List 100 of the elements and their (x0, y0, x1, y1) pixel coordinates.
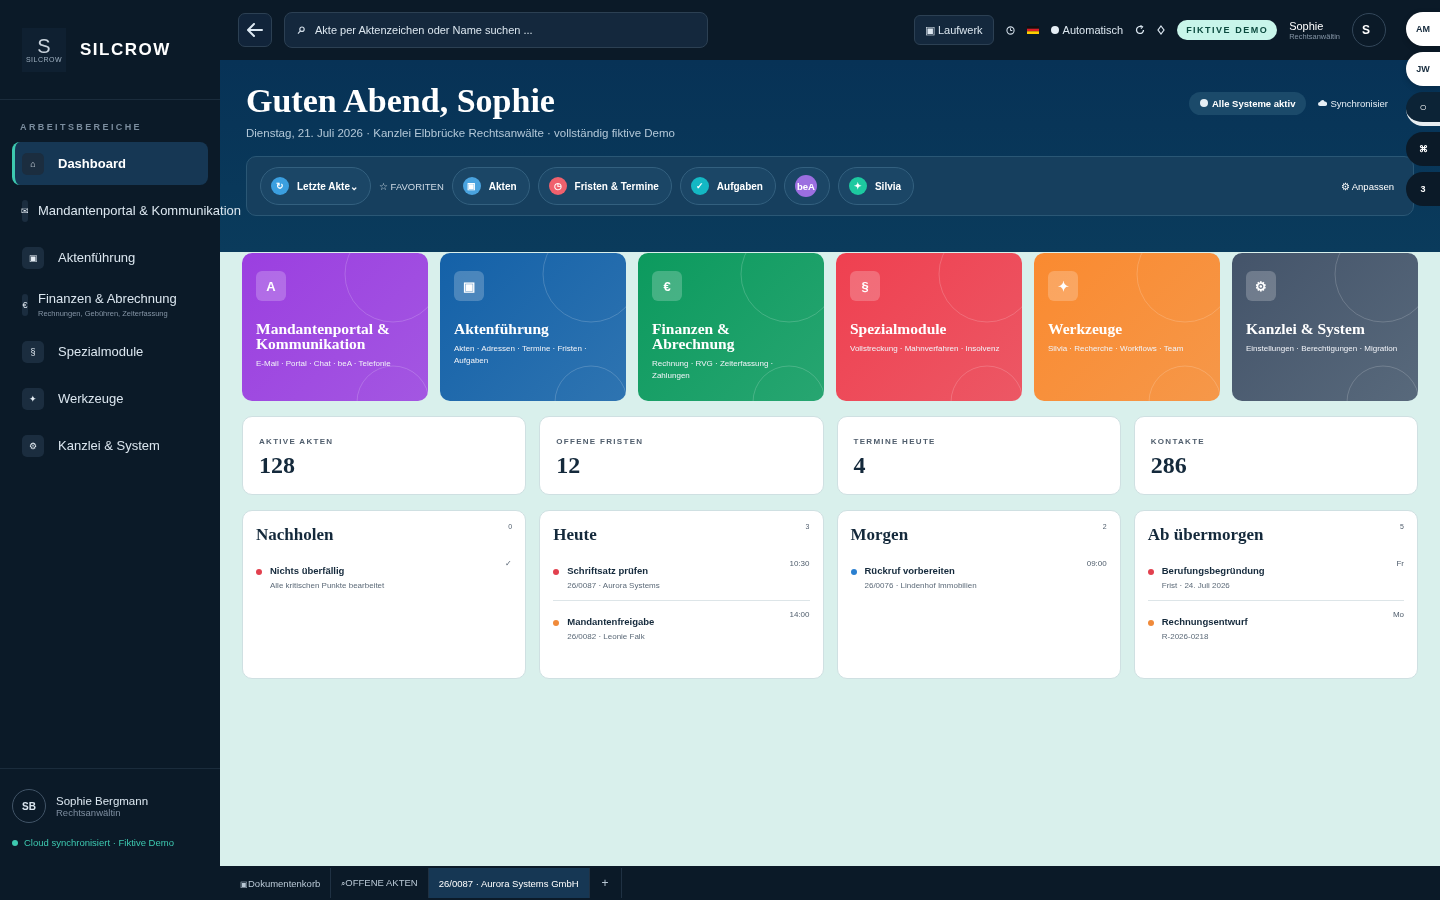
agenda-title: Heute (553, 525, 597, 545)
quick-pill[interactable]: ⌘ (1406, 132, 1440, 166)
item-meta: Frist · 24. Juli 2026 (1161, 581, 1231, 590)
sync-status: Cloud synchronisiert · Fiktive Demo (24, 837, 174, 848)
stat-value: 128 (259, 452, 296, 479)
module-icon: ▣ (454, 271, 484, 301)
user-role: Rechtsanwältin (56, 806, 121, 818)
nav-label: Spezialmodule (58, 344, 144, 359)
module-icon: € (652, 271, 682, 301)
agenda-title: Morgen (850, 525, 909, 545)
back-button[interactable] (238, 13, 272, 47)
quick-chip[interactable]: ◷ Fristen & Termine (537, 167, 672, 205)
module-subtitle: E-Mail · Portal · Chat · beA · Telefonie (256, 358, 392, 370)
module-card[interactable]: A Mandantenportal & Kommunikation E-Mail · Portal · Chat · beA · Telefonie (242, 253, 428, 401)
bottom-tab[interactable]: ⌕OFFENE AKTEN (331, 868, 429, 898)
sidebar-item[interactable]: ⌂ Dashboard (12, 142, 208, 185)
stat-label: OFFENE FRISTEN (556, 437, 645, 446)
item-meta: Alle kritischen Punkte bearbeitet (270, 581, 386, 590)
stat-label: KONTAKTE (1150, 437, 1206, 446)
item-title: Schriftsatz prüfen (567, 565, 649, 576)
module-title: Finanzen & Abrechnung (652, 321, 736, 351)
agenda-item[interactable]: Rückruf vorbereiten 26/0076 · Lindenhof Immobilien 09:00 (850, 559, 1107, 600)
stat-value: 4 (853, 452, 867, 479)
item-time: 10:30 (789, 559, 810, 570)
module-subtitle: Akten · Adressen · Termine · Fristen · Aufgaben (454, 343, 588, 367)
quick-chip[interactable]: ✓ Aufgaben (679, 167, 776, 205)
nav-icon: ▣ (22, 246, 44, 269)
module-card[interactable]: ⚙ Kanzlei & System Einstellungen · Berechtigungen · Migration (1232, 253, 1418, 401)
customize-link[interactable]: ⚙ Anpassen (1334, 179, 1400, 193)
module-icon: A (256, 271, 286, 301)
stat-label: AKTIVE AKTEN (259, 437, 335, 446)
flag-icon[interactable] (1026, 26, 1039, 34)
nav-label: Aktenführung (58, 250, 136, 265)
module-subtitle: Silvia · Recherche · Workflows · Team (1048, 343, 1185, 355)
system-status-badge: Alle Systeme aktiv (1189, 91, 1307, 115)
item-title: Berufungsbegründung (1161, 565, 1266, 576)
cloud-icon (1318, 100, 1328, 106)
greeting-title: Guten Abend, Sophie (246, 82, 556, 120)
quick-chip[interactable]: ✦ Silvia (837, 167, 915, 205)
module-title: Aktenführung (454, 321, 550, 336)
item-meta: 26/0076 · Lindenhof Immobilien (864, 581, 978, 590)
item-time: ✓ (505, 559, 513, 570)
refresh-icon[interactable] (1135, 25, 1146, 35)
theme-toggle[interactable]: Automatisch (1050, 24, 1124, 36)
sidebar-item[interactable]: ✉ Mandantenportal & Kommunikation (12, 189, 252, 232)
quick-pill[interactable]: ○ (1406, 92, 1440, 126)
agenda-item[interactable]: Schriftsatz prüfen 26/0087 · Aurora Systems 10:30 (553, 559, 810, 600)
module-subtitle: Rechnung · RVG · Zeiterfassung · Zahlungen (652, 358, 775, 382)
module-title: Mandantenportal & Kommunikation (256, 321, 391, 351)
quick-pill[interactable]: AM (1406, 12, 1440, 46)
agenda-item[interactable]: Mandantenfreigabe 26/0082 · Leonie Falk 14:00 (553, 600, 810, 651)
module-icon: ✦ (1048, 271, 1078, 301)
section-heading: ARBEITSBEREICHE (19, 121, 143, 134)
module-title: Spezialmodule (850, 321, 948, 336)
bottom-tab[interactable]: ▣Dokumentenkorb (230, 868, 332, 898)
agenda-item[interactable]: Nichts überfällig Alle kritischen Punkte bearbeitet ✓ (256, 559, 513, 600)
module-card[interactable]: § Spezialmodule Vollstreckung · Mahnverfahren · Insolvenz (836, 253, 1022, 401)
drive-button[interactable]: ▣ Laufwerk (913, 15, 994, 45)
item-title: Nichts überfällig (270, 565, 346, 576)
sidebar-item[interactable]: § Spezialmodule (12, 330, 208, 373)
arrow-left-icon (247, 23, 263, 37)
quick-chip[interactable]: ↻ Letzte Akte⌄ (260, 167, 371, 205)
sync-status: Synchronisier (1330, 97, 1388, 109)
module-title: Kanzlei & System (1246, 321, 1366, 336)
agenda-item[interactable]: Berufungsbegründung Frist · 24. Juli 2026 Fr (1147, 559, 1404, 600)
item-meta: 26/0082 · Leonie Falk (567, 632, 646, 641)
search-icon (297, 26, 305, 35)
nav-icon: ✉ (22, 199, 28, 222)
item-title: Rückruf vorbereiten (864, 565, 956, 576)
item-time: Mo (1392, 610, 1404, 621)
module-title: Werkzeuge (1048, 321, 1124, 336)
sidebar-item[interactable]: ▣ Aktenführung (12, 236, 208, 279)
sidebar-item[interactable]: ⚙ Kanzlei & System (12, 424, 208, 467)
favorites-label: ☆ FAVORITEN (379, 180, 444, 192)
quick-chip[interactable]: beA (783, 167, 830, 205)
clock-icon[interactable] (1005, 25, 1015, 35)
brand-name: SILCROW (80, 39, 171, 60)
status-dot (12, 839, 18, 846)
quick-pill[interactable]: 3 (1406, 172, 1440, 206)
greeting-subtitle: Dienstag, 21. Juli 2026 · Kanzlei Elbbrücke Rechtsanwälte · vollständig fiktive Demo (246, 127, 675, 139)
nav-icon: ⚙ (22, 434, 44, 457)
quick-pill[interactable]: JW (1406, 52, 1440, 86)
user-name: Sophie (1289, 19, 1325, 32)
nav-label: Werkzeuge (58, 391, 124, 406)
nav-label: Mandantenportal & Kommunikation (38, 203, 242, 218)
bottom-tab[interactable]: 26/0087 · Aurora Systems GmbH (428, 868, 590, 898)
item-meta: R-2026-0218 (1161, 632, 1210, 641)
sidebar-item[interactable]: ✦ Werkzeuge (12, 377, 208, 420)
module-subtitle: Einstellungen · Berechtigungen · Migration (1246, 343, 1399, 355)
user-name: Sophie Bergmann (56, 794, 149, 807)
stat-label: TERMINE HEUTE (853, 437, 937, 446)
search-field[interactable]: Akte per Aktenzeichen oder Name suchen ... (284, 12, 708, 48)
quick-chip[interactable]: ▣ Akten (451, 167, 530, 205)
item-time: 14:00 (789, 610, 810, 621)
add-tab-button[interactable]: + (589, 868, 622, 898)
agenda-item[interactable]: Rechnungsentwurf R-2026-0218 Mo (1147, 600, 1404, 651)
item-title: Mandantenfreigabe (567, 616, 656, 627)
diamond-icon[interactable] (1157, 25, 1166, 35)
module-card[interactable]: ▣ Aktenführung Akten · Adressen · Termine · Fristen · Aufgaben (440, 253, 626, 401)
nav-icon: § (22, 340, 44, 363)
